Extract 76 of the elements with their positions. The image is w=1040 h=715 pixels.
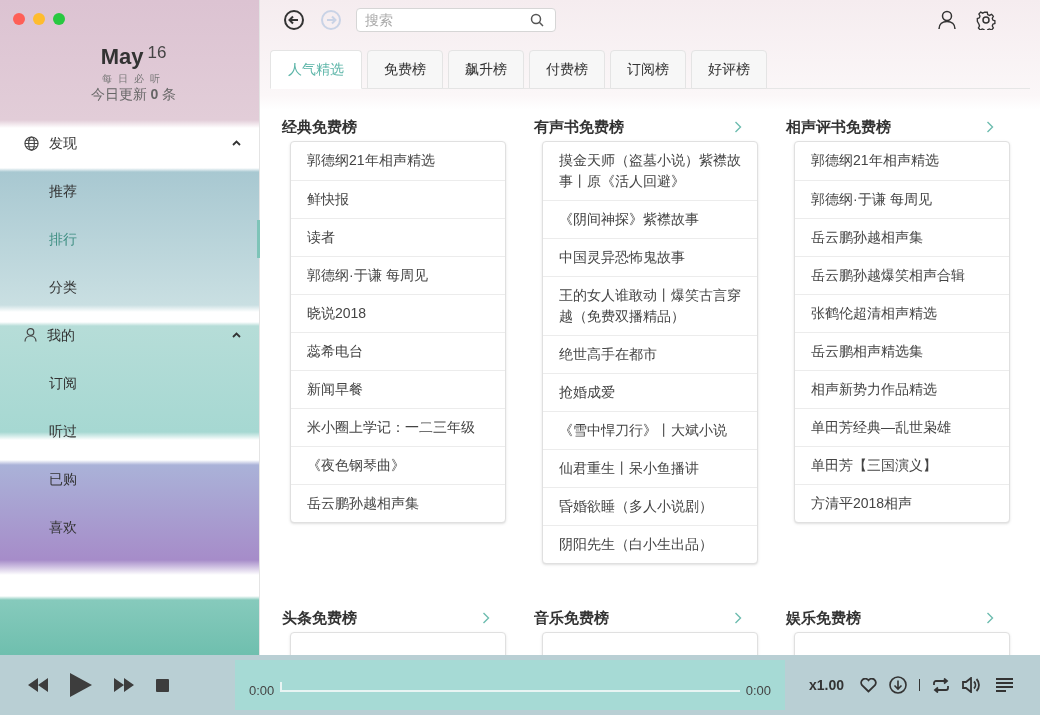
settings-icon[interactable] [976, 10, 996, 30]
heart-icon[interactable] [860, 677, 878, 693]
chart-item[interactable]: 郭德纲·于谦 每周见 [795, 180, 1009, 218]
sidebar-item[interactable]: 喜欢 [0, 503, 259, 551]
stop-icon[interactable] [156, 678, 169, 692]
chart-item[interactable]: 摸金天师（盗墓小说）紫襟故事丨原《活人回避》 [543, 142, 757, 200]
chart-item[interactable]: 相声新势力作品精选 [795, 370, 1009, 408]
chart-item[interactable]: 岳云鹏孙越相声集 [795, 218, 1009, 256]
chart-item[interactable]: 仙君重生丨呆小鱼播讲 [543, 449, 757, 487]
chart-item[interactable]: 阴阳先生（白小生出品） [543, 525, 757, 563]
chevron-icon [232, 332, 241, 338]
chart-item[interactable]: 郭德纲21年相声精选 [795, 142, 1009, 180]
chart-item[interactable]: 《雪中悍刀行》丨大斌小说 [543, 411, 757, 449]
tab[interactable]: 订阅榜 [610, 50, 686, 89]
tab[interactable]: 好评榜 [691, 50, 767, 89]
play-icon[interactable] [70, 673, 92, 697]
chart-item[interactable]: 郭德纲21年相声精选 [291, 142, 505, 180]
tab[interactable]: 付费榜 [529, 50, 605, 89]
chart-item[interactable]: 米小圈上学记：一二三年级 [291, 408, 505, 446]
month-label: May [100, 43, 144, 71]
chart-item[interactable]: 岳云鹏相声精选集 [795, 332, 1009, 370]
update-count: 今日更新 0 条 [90, 85, 177, 104]
download-icon[interactable] [889, 676, 908, 694]
chart-item[interactable]: 张鹤伦超清相声精选 [795, 294, 1009, 332]
chart-item[interactable]: 单田芳经典—乱世枭雄 [795, 408, 1009, 446]
day-label: 16 [147, 42, 167, 64]
chart-title: 音乐免费榜 [534, 607, 609, 628]
selection-indicator [257, 220, 260, 258]
chart-item[interactable]: 岳云鹏孙越爆笑相声合辑 [795, 256, 1009, 294]
sidebar-section[interactable]: 发现 [0, 119, 259, 167]
volume-icon[interactable] [962, 677, 981, 693]
search-icon [530, 13, 544, 27]
sidebar-item[interactable]: 分类 [0, 263, 259, 311]
user-icon[interactable] [938, 10, 956, 30]
playback-speed[interactable]: x1.00 [809, 674, 845, 696]
chart-item[interactable]: 中国灵异恐怖鬼故事 [543, 238, 757, 276]
chart-title: 有声书免费榜 [534, 116, 624, 137]
chart-item[interactable]: 郭德纲·于谦 每周见 [291, 256, 505, 294]
elapsed-time: 0:00 [249, 681, 275, 700]
chart-item[interactable]: 昏婚欲睡（多人小说剧） [543, 487, 757, 525]
chart-item[interactable]: 单田芳【三国演义】 [795, 446, 1009, 484]
sidebar-item[interactable]: 订阅 [0, 359, 259, 407]
chart-title: 相声评书免费榜 [786, 116, 891, 137]
search-field[interactable]: 搜索 [356, 8, 556, 32]
tab[interactable]: 飙升榜 [448, 50, 524, 89]
sidebar-item[interactable]: 已购 [0, 455, 259, 503]
chart-title: 经典免费榜 [282, 116, 357, 137]
rewind-icon[interactable] [28, 678, 48, 692]
duration-time: 0:00 [745, 681, 771, 700]
progress-thumb[interactable] [280, 682, 283, 692]
chart-item[interactable]: 《夜色钢琴曲》 [291, 446, 505, 484]
repeat-icon[interactable] [932, 677, 951, 693]
chart-item[interactable]: 蕊希电台 [291, 332, 505, 370]
globe-icon [24, 135, 39, 151]
chart-title: 头条免费榜 [282, 607, 357, 628]
chart-item[interactable]: 绝世高手在都市 [543, 335, 757, 373]
chart-item[interactable]: 晓说2018 [291, 294, 505, 332]
playlist-icon[interactable] [996, 678, 1014, 692]
chart-item[interactable]: 读者 [291, 218, 505, 256]
chevron-icon [232, 140, 241, 146]
chart-item[interactable]: 抢婚成爱 [543, 373, 757, 411]
chart-item[interactable]: 岳云鹏孙越相声集 [291, 484, 505, 522]
sidebar-item[interactable]: 听过 [0, 407, 259, 455]
tab[interactable]: 免费榜 [367, 50, 443, 89]
chart-item[interactable]: 鲜快报 [291, 180, 505, 218]
chart-item[interactable]: 方清平2018相声 [795, 484, 1009, 522]
chart-item[interactable]: 《阴间神探》紫襟故事 [543, 200, 757, 238]
chart-item[interactable]: 王的女人谁敢动丨爆笑古言穿越（免费双播精品） [543, 276, 757, 335]
sidebar-section[interactable]: 我的 [0, 311, 259, 359]
chart-item[interactable]: 新闻早餐 [291, 370, 505, 408]
fast-forward-icon[interactable] [114, 678, 134, 692]
sidebar-item[interactable]: 推荐 [0, 167, 259, 215]
tagline: 每日必听 [101, 74, 166, 84]
back-button[interactable] [283, 9, 305, 31]
chart-title: 娱乐免费榜 [786, 607, 861, 628]
user-icon [24, 328, 37, 342]
